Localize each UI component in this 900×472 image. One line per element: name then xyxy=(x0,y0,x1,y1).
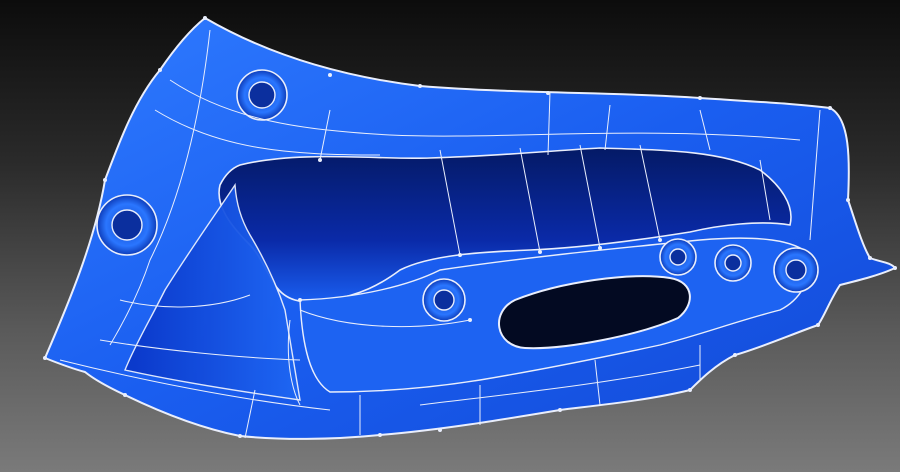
mounting-hole[interactable] xyxy=(714,244,752,282)
mounting-hole[interactable] xyxy=(659,238,697,276)
mounting-hole[interactable] xyxy=(773,247,819,293)
panel-model[interactable] xyxy=(0,0,900,472)
mounting-hole[interactable] xyxy=(236,69,288,121)
mounting-hole[interactable] xyxy=(96,194,158,256)
3d-viewport[interactable] xyxy=(0,0,900,472)
mounting-hole[interactable] xyxy=(422,278,466,322)
